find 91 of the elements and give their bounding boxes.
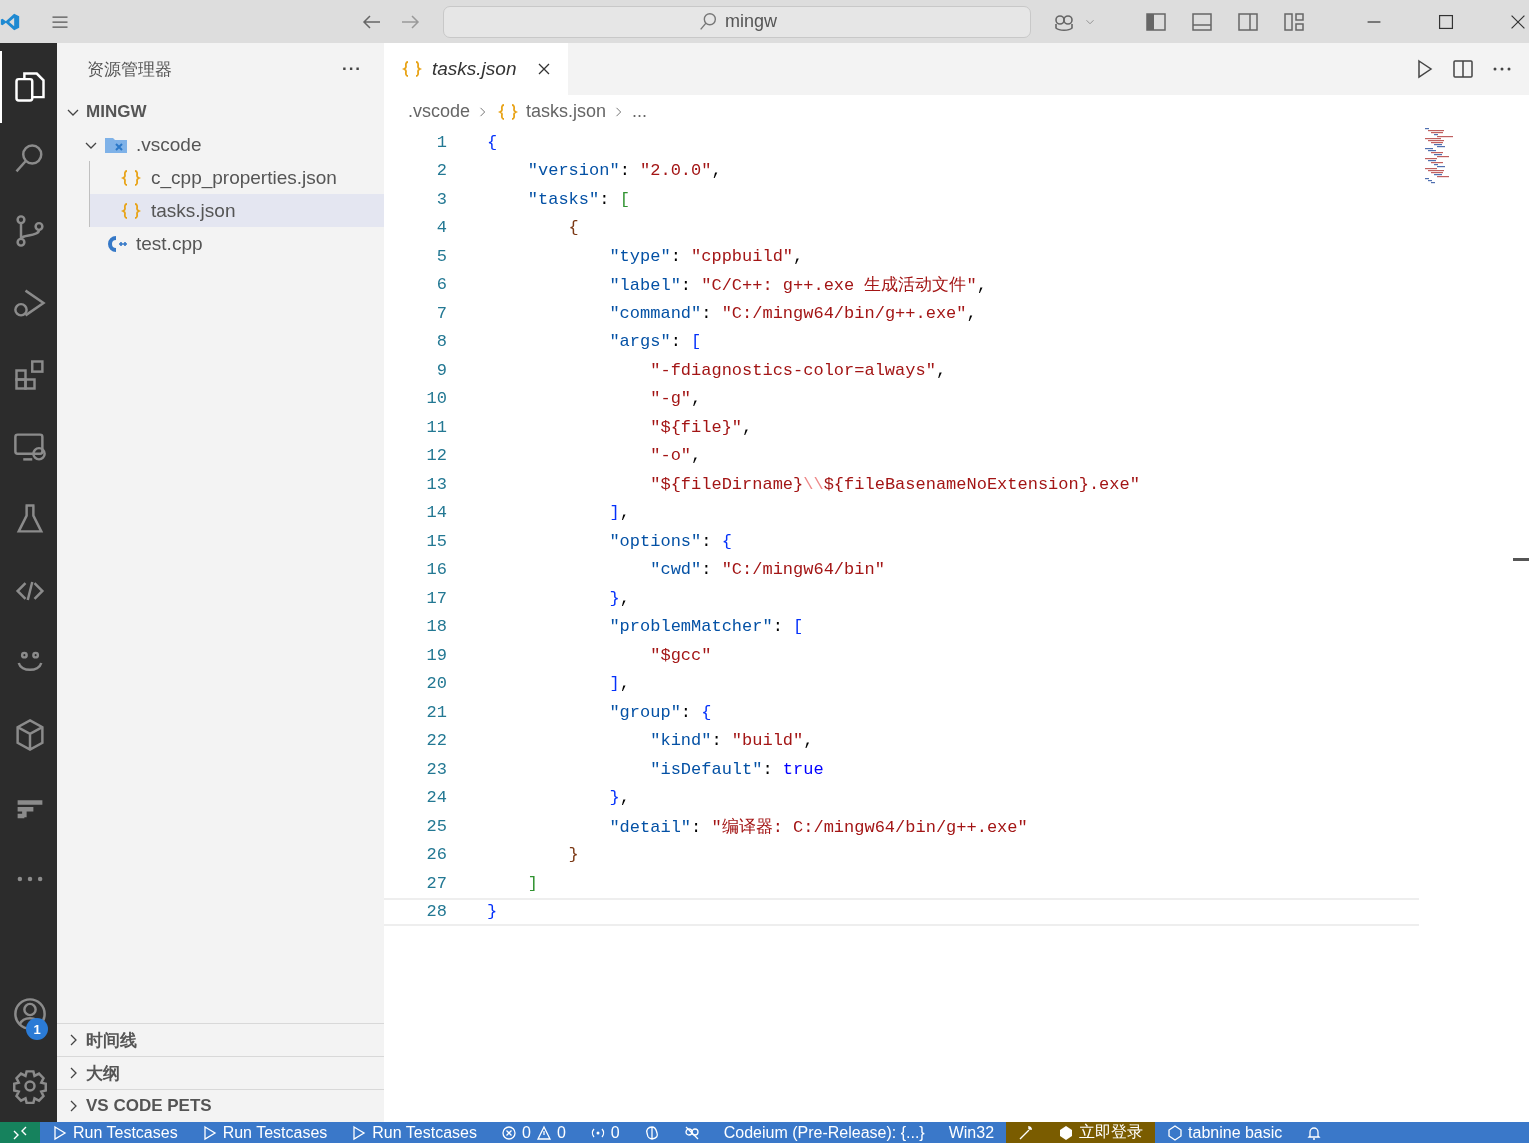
code-line: "-g", [649, 389, 702, 409]
code-line: "kind": "build", [649, 731, 814, 751]
code-line: }, [608, 788, 630, 808]
more-actions-button[interactable]: ··· [338, 59, 366, 79]
line-number: 7 [435, 303, 447, 323]
line-number: 14 [425, 503, 447, 523]
code-line: "${file}", [649, 417, 753, 437]
code-line: "args": [ [608, 332, 702, 352]
line-number: 2 [435, 161, 447, 181]
line-number: 16 [425, 560, 447, 580]
code-line: }, [608, 588, 630, 608]
line-number: 8 [435, 332, 447, 352]
line-number: 9 [435, 360, 447, 380]
code-line: "cwd": "C:/mingw64/bin" [649, 560, 885, 580]
code-line: { [487, 132, 498, 152]
code-line: ] [526, 873, 538, 893]
code-line: "version": "2.0.0", [526, 161, 722, 181]
code-line: "-fdiagnostics-color=always", [649, 360, 947, 380]
copilot-off-icon [683, 1124, 700, 1141]
line-number: 23 [425, 759, 447, 779]
line-number: 19 [425, 645, 447, 665]
line-number: 22 [425, 731, 447, 751]
breadcrumb-item[interactable]: tasks.json [526, 101, 607, 122]
line-number: 10 [425, 389, 447, 409]
line-number: 24 [425, 788, 447, 808]
panel-header[interactable]: 时间线 [57, 1023, 384, 1056]
warning-icon [535, 1124, 552, 1141]
line-number: 4 [435, 218, 447, 238]
json-file-icon [400, 59, 424, 79]
line-number: 15 [425, 531, 447, 551]
split-editor-icon[interactable] [1451, 57, 1475, 81]
breadcrumb-item[interactable]: ... [632, 101, 648, 122]
command-search-field[interactable]: mingw [443, 5, 1031, 38]
tree-item[interactable]: test.cpp [57, 227, 384, 260]
play-icon [201, 1124, 218, 1141]
line-number: 12 [425, 446, 447, 466]
code-line: "type": "cppbuild", [608, 246, 804, 266]
line-number: 5 [435, 246, 447, 266]
remote-button[interactable] [0, 1122, 40, 1143]
bell-icon [1306, 1124, 1323, 1141]
remote-icon [12, 1124, 28, 1141]
line-number: 18 [425, 617, 447, 637]
line-number: 11 [425, 417, 447, 437]
tree-item[interactable]: .vscode [57, 128, 384, 161]
code-line: "command": "C:/mingw64/bin/g++.exe", [608, 303, 977, 323]
line-number: 17 [425, 588, 447, 608]
breadcrumb-item[interactable]: .vscode [408, 101, 471, 122]
wand-icon [1018, 1124, 1035, 1141]
code-line: "options": { [608, 531, 732, 551]
code-line: "isDefault": true [649, 759, 824, 779]
line-number: 27 [425, 873, 447, 893]
code-line: ], [608, 674, 630, 694]
line-number: 26 [425, 845, 447, 865]
line-number: 21 [425, 702, 447, 722]
code-line: } [567, 845, 579, 865]
wand-button[interactable] [1006, 1122, 1047, 1143]
scrollbar-marker [1513, 558, 1529, 561]
code-line: "$gcc" [649, 645, 712, 665]
tree-item[interactable]: tasks.json [89, 194, 384, 227]
code-line: "tasks": [ [526, 189, 630, 209]
line-number: 1 [435, 132, 447, 152]
json-file-icon [119, 200, 143, 221]
line-number: 20 [425, 674, 447, 694]
code-line: "group": { [608, 702, 712, 722]
hexagon-icon [1058, 1124, 1075, 1141]
line-number: 25 [425, 816, 447, 836]
notification-badge: 1 [26, 1018, 48, 1040]
hexagon-icon [1167, 1124, 1184, 1141]
code-line: ], [608, 503, 630, 523]
account-icon[interactable] [11, 996, 48, 1032]
json-file-icon [119, 167, 143, 188]
code-line: "${fileDirname}\\${fileBasenameNoExtension}.exe" [649, 474, 1140, 494]
workspace-folder-header[interactable]: MINGW [57, 95, 384, 128]
code-line: } [487, 902, 498, 922]
panel-header[interactable]: 大纲 [57, 1056, 384, 1089]
play-icon [52, 1124, 68, 1141]
code-line: "problemMatcher": [ [608, 617, 804, 637]
settings-icon[interactable] [11, 1068, 48, 1104]
line-number: 6 [435, 275, 447, 295]
explorer-title: 资源管理器 [87, 58, 173, 81]
line-number: 28 [425, 902, 447, 922]
editor-tab[interactable]: tasks.json [384, 43, 569, 95]
error-icon [500, 1124, 517, 1141]
code-line: "detail": "编译器: C:/mingw64/bin/g++.exe" [608, 816, 1028, 838]
line-number: 13 [425, 474, 447, 494]
code-line: { [567, 218, 579, 238]
line-number: 3 [435, 189, 447, 209]
brain-icon [643, 1124, 660, 1141]
code-line: "label": "C/C++: g++.exe 生成活动文件", [608, 275, 987, 297]
code-line: "-o", [649, 446, 702, 466]
login-button[interactable]: 立即登录 [1046, 1122, 1156, 1143]
